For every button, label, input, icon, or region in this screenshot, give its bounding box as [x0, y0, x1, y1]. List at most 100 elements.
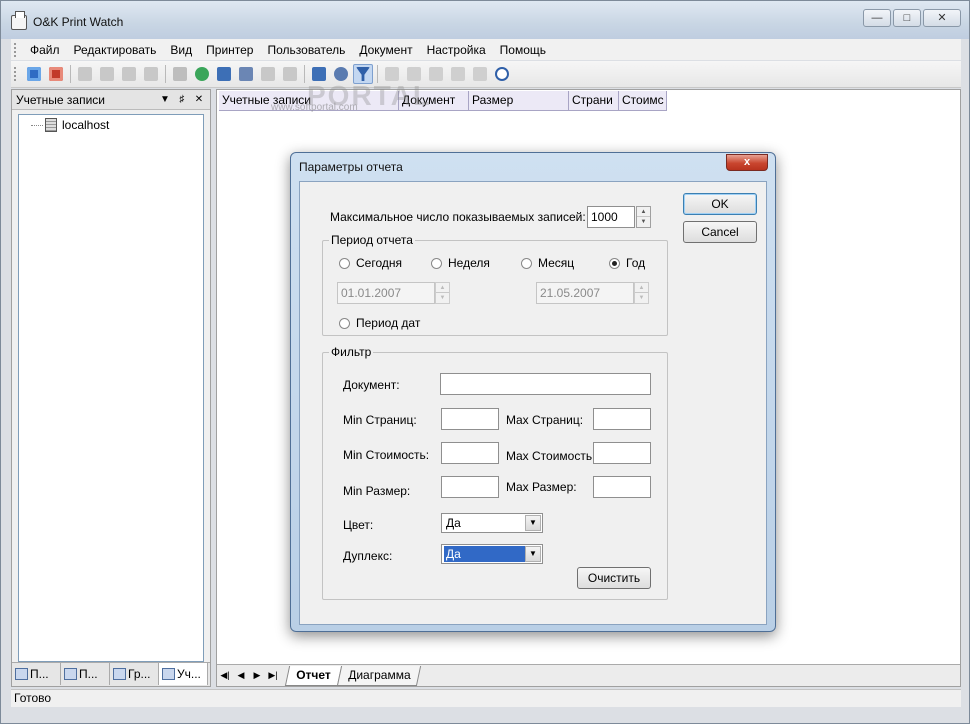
menu-user[interactable]: Пользователь [260, 40, 352, 60]
user-button[interactable] [236, 64, 256, 84]
date-to-spinner[interactable]: ▲ ▼ [634, 282, 649, 304]
search-button[interactable] [331, 64, 351, 84]
spin-down-icon[interactable]: ▼ [436, 293, 449, 303]
panel-tab-groups[interactable]: Гр... [110, 663, 159, 685]
user-search-button[interactable] [258, 64, 278, 84]
doc-check-button[interactable] [470, 64, 490, 84]
date-from-input[interactable]: 01.01.2007 [337, 282, 435, 304]
tree-item-localhost[interactable]: localhost [31, 118, 109, 132]
panel-tab-printers[interactable]: П... [12, 663, 61, 685]
document-input[interactable] [440, 373, 651, 395]
first-tab-icon[interactable]: ◀| [217, 670, 233, 681]
max-size-input[interactable] [593, 476, 651, 498]
toolbar-separator [304, 65, 305, 83]
max-records-input[interactable]: 1000 [587, 206, 635, 228]
printer-icon [11, 11, 27, 30]
window-controls: — □ ✕ [863, 9, 961, 27]
column-header-size[interactable]: Размер [469, 91, 569, 111]
radio-custom-period[interactable]: Период дат [339, 316, 420, 330]
radio-month[interactable]: Месяц [521, 256, 574, 270]
panel-close-icon[interactable]: ✕ [192, 94, 206, 105]
radio-week-label: Неделя [448, 256, 490, 270]
min-cost-input[interactable] [441, 442, 499, 464]
spin-up-icon[interactable]: ▲ [637, 207, 650, 217]
info-button[interactable] [492, 64, 512, 84]
user-search-icon [261, 67, 275, 81]
max-records-spinner[interactable]: ▲ ▼ [636, 206, 651, 228]
user-delete-button[interactable] [280, 64, 300, 84]
clear-button[interactable]: Очистить [577, 567, 651, 589]
panel-tab-label: П... [79, 667, 98, 681]
doc-edit-button[interactable] [426, 64, 446, 84]
filter-button[interactable] [353, 64, 373, 84]
report-button[interactable] [309, 64, 329, 84]
monitor-button[interactable] [214, 64, 234, 84]
menu-help[interactable]: Помощь [493, 40, 553, 60]
column-header-document[interactable]: Документ [399, 91, 469, 111]
close-window-button[interactable]: ✕ [923, 9, 961, 27]
ok-button[interactable]: OK [683, 193, 757, 215]
radio-month-label: Месяц [538, 256, 575, 270]
last-tab-icon[interactable]: ▶| [265, 670, 281, 681]
column-header-cost[interactable]: Стоимс [619, 91, 667, 111]
accounts-icon [162, 668, 175, 680]
document-edit-icon [429, 67, 443, 81]
prev-tab-icon[interactable]: ◀ [233, 670, 249, 681]
max-pages-input[interactable] [593, 408, 651, 430]
spin-up-icon[interactable]: ▲ [436, 283, 449, 293]
dialog-close-button[interactable]: x [726, 154, 768, 171]
dropdown-arrow-icon[interactable]: ▼ [525, 515, 541, 531]
min-pages-input[interactable] [441, 408, 499, 430]
queue-button[interactable] [170, 64, 190, 84]
duplex-select[interactable]: Да ▼ [441, 544, 543, 564]
app-window: O&K Print Watch — □ ✕ Файл Редактировать… [0, 0, 970, 724]
accounts-tree[interactable]: localhost [18, 114, 204, 662]
doc-print-button[interactable] [404, 64, 424, 84]
color-select[interactable]: Да ▼ [441, 513, 543, 533]
menu-edit[interactable]: Редактировать [67, 40, 164, 60]
max-cost-input[interactable] [593, 442, 651, 464]
panel-tab-accounts[interactable]: Уч... [159, 663, 208, 685]
tab-report[interactable]: Отчет [284, 665, 342, 686]
min-cost-label: Min Стоимость: [343, 448, 430, 462]
column-header-accounts[interactable]: Учетные записи [219, 91, 399, 111]
refresh-button[interactable] [192, 64, 212, 84]
tab-chart[interactable]: Диаграмма [336, 665, 422, 686]
doc-button[interactable] [382, 64, 402, 84]
minimize-button[interactable]: — [863, 9, 891, 27]
doc-delete-button[interactable] [448, 64, 468, 84]
printer-delete-icon [144, 67, 158, 81]
spin-down-icon[interactable]: ▼ [637, 217, 650, 227]
menu-printer[interactable]: Принтер [199, 40, 260, 60]
radio-week[interactable]: Неделя [431, 256, 490, 270]
add-server-button[interactable] [24, 64, 44, 84]
menu-settings[interactable]: Настройка [420, 40, 493, 60]
document-label: Документ: [343, 378, 400, 392]
min-size-input[interactable] [441, 476, 499, 498]
dropdown-arrow-icon[interactable]: ▼ [525, 546, 541, 562]
radio-today[interactable]: Сегодня [339, 256, 402, 270]
radio-year[interactable]: Год [609, 256, 645, 270]
date-from-spinner[interactable]: ▲ ▼ [435, 282, 450, 304]
remove-server-button[interactable] [46, 64, 66, 84]
panel-dropdown-icon[interactable]: ▼ [158, 94, 172, 105]
printer-add-button[interactable] [75, 64, 95, 84]
maximize-button[interactable]: □ [893, 9, 921, 27]
printer-pause-button[interactable] [119, 64, 139, 84]
spin-down-icon[interactable]: ▼ [635, 293, 648, 303]
date-to-input[interactable]: 21.05.2007 [536, 282, 634, 304]
column-header-pages[interactable]: Страни [569, 91, 619, 111]
menu-view[interactable]: Вид [163, 40, 199, 60]
cancel-button[interactable]: Cancel [683, 221, 757, 243]
remove-server-icon [49, 67, 63, 81]
panel-tab-users[interactable]: П... [61, 663, 110, 685]
add-server-icon [27, 67, 41, 81]
next-tab-icon[interactable]: ▶ [249, 670, 265, 681]
spin-up-icon[interactable]: ▲ [635, 283, 648, 293]
menu-file[interactable]: Файл [23, 40, 67, 60]
printer-edit-button[interactable] [97, 64, 117, 84]
color-label: Цвет: [343, 518, 374, 532]
menu-document[interactable]: Документ [352, 40, 419, 60]
printer-delete-button[interactable] [141, 64, 161, 84]
pin-icon[interactable]: ♯ [175, 94, 189, 105]
